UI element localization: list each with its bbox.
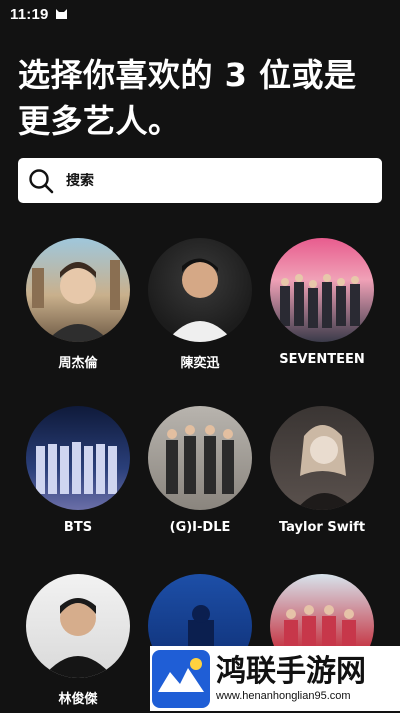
artist-avatar: [26, 406, 130, 510]
artist-name: 林俊傑: [58, 692, 98, 707]
artist-name: 周杰倫: [58, 356, 98, 371]
artist-name: Taylor Swift: [278, 520, 366, 535]
artist-item[interactable]: 林俊傑: [17, 574, 139, 707]
artist-avatar: [26, 574, 130, 678]
artist-avatar: [148, 238, 252, 342]
watermark-text: 鸿联手游网 www.henanhonglian95.com: [216, 653, 366, 703]
search-input[interactable]: [66, 172, 346, 189]
artist-avatar: [26, 238, 130, 342]
artist-item[interactable]: BTS: [17, 406, 139, 535]
artist-item[interactable]: 周杰倫: [17, 238, 139, 371]
watermark-banner: 鸿联手游网 www.henanhonglian95.com: [150, 646, 400, 711]
artist-avatar: [270, 406, 374, 510]
artist-name: (G)I-DLE: [169, 520, 231, 535]
artist-item[interactable]: Taylor Swift: [261, 406, 383, 535]
artist-item[interactable]: SEVENTEEN: [261, 238, 383, 367]
search-icon: [28, 168, 54, 194]
artist-item[interactable]: 陳奕迅: [139, 238, 261, 371]
artist-name: SEVENTEEN: [279, 352, 365, 367]
page-title: 选择你喜欢的 3 位或是更多艺人。: [18, 56, 357, 140]
status-time: 11:19: [10, 5, 49, 23]
watermark-logo-icon: [152, 649, 210, 708]
artist-avatar: [270, 238, 374, 342]
status-bar: 11:19: [0, 0, 400, 28]
artist-name: BTS: [63, 520, 93, 535]
artist-avatar: [148, 406, 252, 510]
artist-name: 陳奕迅: [180, 356, 220, 371]
cat-icon: [55, 8, 68, 20]
search-box[interactable]: [18, 158, 382, 203]
watermark-title: 鸿联手游网: [216, 653, 366, 689]
watermark-url: www.henanhonglian95.com: [216, 689, 351, 702]
artist-item[interactable]: (G)I-DLE: [139, 406, 261, 535]
